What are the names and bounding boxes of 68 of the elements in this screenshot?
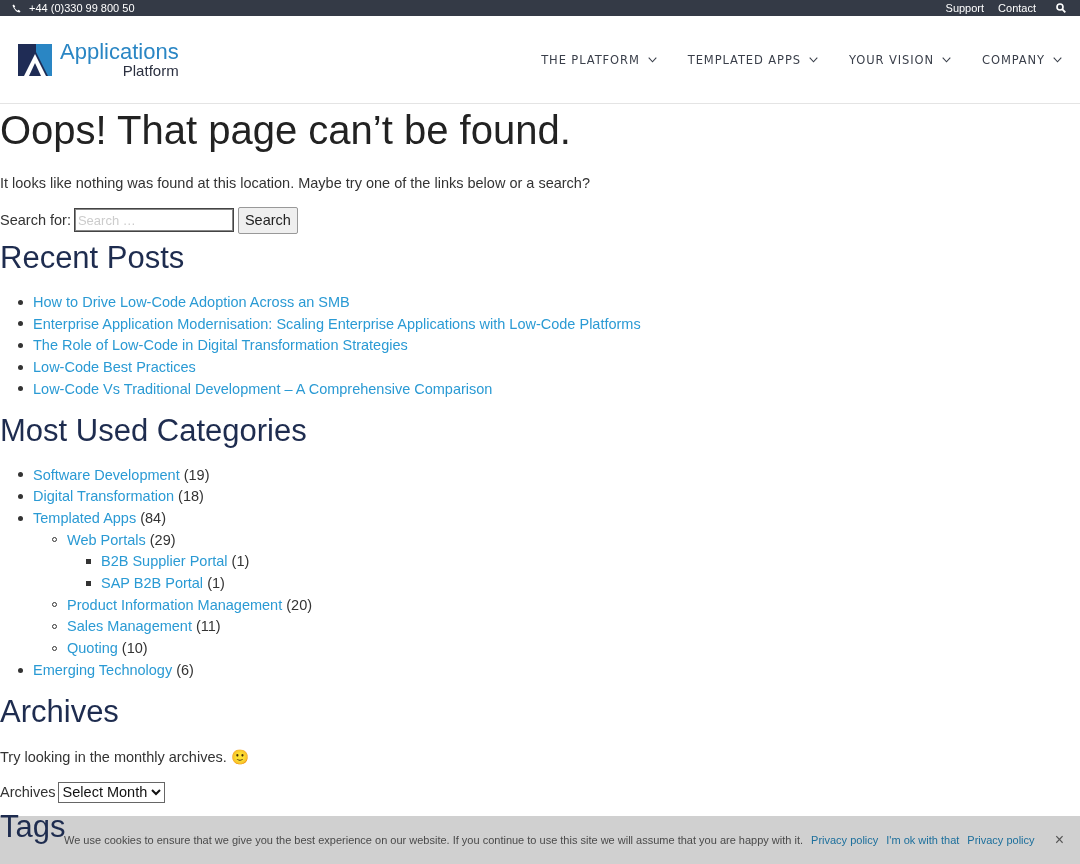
category-count: (19)	[183, 466, 210, 483]
chevron-down-icon	[809, 56, 818, 63]
post-link[interactable]: The Role of Low-Code in Digital Transformation Strategies	[33, 337, 408, 354]
archives-label: Archives	[0, 784, 56, 801]
chevron-down-icon	[942, 56, 951, 63]
section-heading: Most Used Categories	[0, 411, 308, 450]
chevron-down-icon	[1053, 56, 1062, 63]
search-icon[interactable]	[1056, 3, 1066, 13]
archives-message: Try looking in the monthly archives. 🙂	[0, 747, 250, 767]
search-button[interactable]: Search	[237, 206, 298, 234]
bullet-icon	[18, 472, 23, 478]
category-link[interactable]: Emerging Technology	[33, 661, 173, 678]
cookie-link[interactable]: Privacy policy	[967, 834, 1035, 846]
cookie-message: We use cookies to ensure that we give you the best experience on our website. If you continue to use this site we will assume that you are happy with it.	[64, 834, 804, 846]
top-link[interactable]: Contact	[998, 2, 1036, 14]
bullet-icon	[18, 343, 23, 349]
close-button[interactable]: ×	[1054, 831, 1064, 849]
logo-subtitle: Platform	[122, 63, 179, 78]
bullet-icon	[86, 559, 91, 564]
nav-menu-item[interactable]: THE PLATFORM	[531, 52, 667, 67]
bullet-icon	[18, 321, 23, 327]
phone-icon	[12, 3, 21, 13]
category-link[interactable]: B2B Supplier Portal	[101, 553, 228, 570]
section-heading: Recent Posts	[0, 239, 186, 277]
post-link[interactable]: Low-Code Vs Traditional Development – A Comprehensive Comparison	[33, 380, 493, 397]
post-link[interactable]: Enterprise Application Modernisation: Scaling Enterprise Applications with Low-Code Platforms	[33, 315, 641, 332]
month-dropdown[interactable]: Select Month	[57, 781, 165, 803]
bullet-icon	[18, 386, 23, 392]
top-link[interactable]: Support	[945, 2, 985, 14]
nav-menu-item[interactable]: TEMPLATED APPS	[677, 52, 828, 67]
cookie-link[interactable]: I'm ok with that	[886, 834, 960, 846]
category-count: (20)	[286, 596, 313, 613]
bullet-icon	[18, 364, 23, 370]
category-link[interactable]: Digital Transformation	[33, 488, 175, 505]
bullet-icon	[18, 667, 23, 673]
category-link[interactable]: SAP B2B Portal	[101, 575, 204, 592]
nav-menu-item[interactable]: COMPANY	[972, 52, 1062, 67]
category-count: (1)	[207, 575, 225, 592]
cookie-link[interactable]: Privacy policy	[811, 834, 879, 846]
bullet-icon	[18, 299, 23, 305]
nav-menu-item[interactable]: YOUR VISION	[839, 52, 961, 67]
category-link[interactable]: Product Information Management	[67, 596, 283, 613]
page-title: Oops! That page can’t be found.	[0, 107, 572, 154]
category-link[interactable]: Quoting	[67, 640, 118, 657]
post-link[interactable]: Low-Code Best Practices	[33, 359, 196, 376]
category-count: (6)	[176, 661, 194, 678]
bullet-icon	[86, 580, 91, 586]
post-link[interactable]: How to Drive Low-Code Adoption Across an SMB	[33, 294, 350, 310]
category-count: (84)	[140, 509, 166, 526]
bullet-icon	[18, 515, 23, 521]
category-link[interactable]: Sales Management	[67, 618, 192, 635]
logo-icon	[18, 41, 54, 78]
category-link[interactable]: Software Development	[33, 466, 180, 483]
category-count: (11)	[195, 618, 221, 635]
chevron-down-icon	[647, 56, 657, 63]
category-count: (10)	[121, 640, 148, 657]
category-count: (29)	[149, 531, 176, 548]
category-count: (18)	[178, 488, 204, 505]
category-link[interactable]: Templated Apps	[33, 509, 137, 526]
category-link[interactable]: Web Portals	[67, 531, 146, 548]
section-heading: Tags	[0, 807, 66, 846]
phone-number: +44 (0)330 99 800 50	[29, 2, 135, 14]
section-heading: Archives	[0, 692, 120, 731]
bullet-icon	[18, 493, 23, 499]
search-label: Search for:	[0, 212, 71, 228]
logo-title: Applications	[60, 41, 179, 63]
not-found-message: It looks like nothing was found at this location. Maybe try one of the links below or a search?	[0, 174, 591, 193]
category-count: (1)	[231, 553, 250, 570]
